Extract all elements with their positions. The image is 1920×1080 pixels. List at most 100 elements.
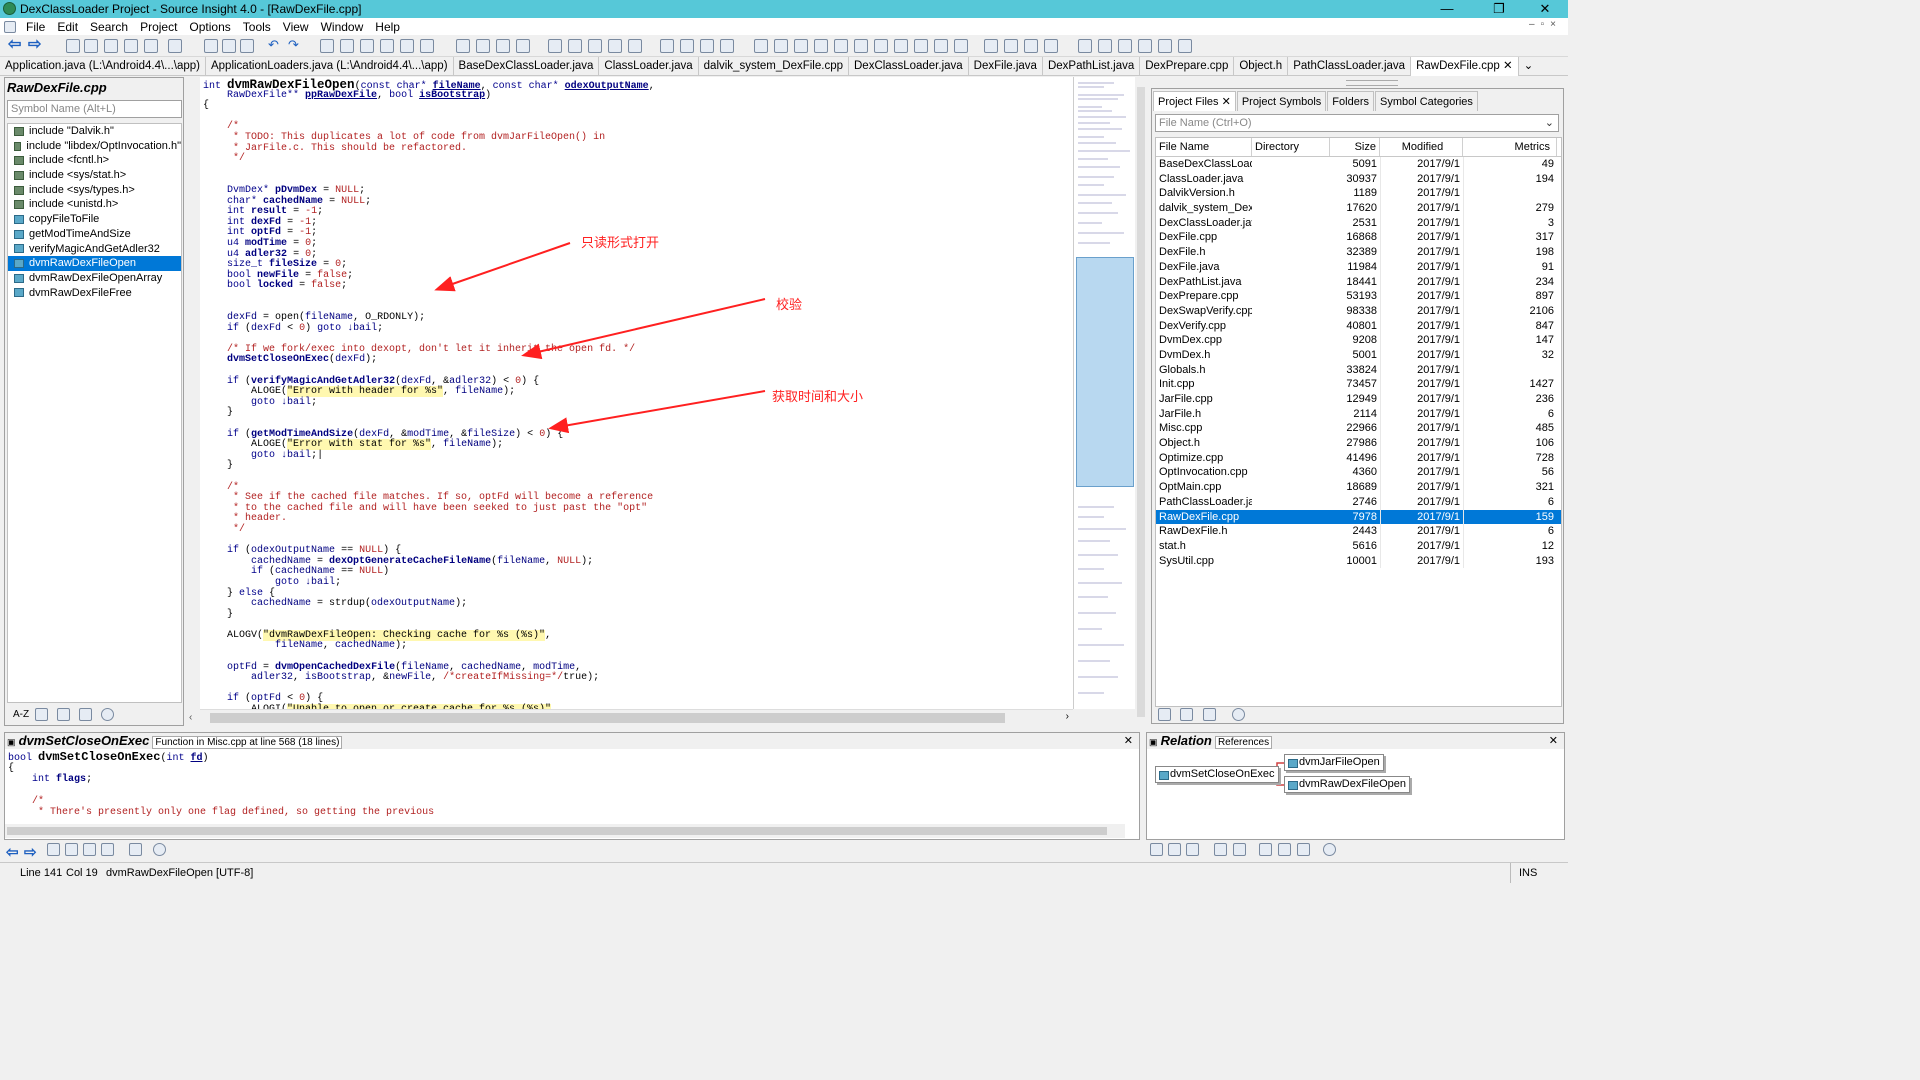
sync-icon[interactable] — [814, 39, 828, 53]
gear-icon[interactable] — [101, 708, 115, 721]
app-menu-icon[interactable] — [4, 20, 16, 33]
table-row[interactable]: DexVerify.cpp 40801 2017/9/1 847 — [1156, 318, 1561, 334]
maximize-button[interactable]: ❐ — [1476, 0, 1522, 18]
sort-az-icon[interactable]: A-Z — [13, 709, 29, 720]
table-row[interactable]: Optimize.cpp 41496 2017/9/1 728 — [1156, 450, 1561, 466]
minimap-viewport[interactable] — [1076, 257, 1134, 487]
symbol-item[interactable]: include <sys/types.h> — [8, 183, 181, 198]
call-graph-icon[interactable] — [794, 39, 808, 53]
list-view-icon[interactable] — [35, 708, 49, 721]
symbol-window-icon[interactable] — [548, 39, 562, 53]
lock-icon[interactable] — [1214, 843, 1227, 856]
close-pane-icon[interactable]: ✕ — [1124, 733, 1133, 749]
table-row[interactable]: DexSwapVerify.cpp 98338 2017/9/1 2106 — [1156, 303, 1561, 319]
scroll-thumb[interactable] — [1137, 87, 1145, 717]
tabs-dropdown-icon[interactable]: ⌄ — [1519, 57, 1539, 76]
sync-icon[interactable] — [1180, 708, 1194, 722]
layout-4-icon[interactable] — [720, 39, 734, 53]
relation-icon[interactable] — [934, 39, 948, 53]
table-row[interactable]: DexFile.cpp 16868 2017/9/1 317 — [1156, 230, 1561, 246]
code-editor[interactable]: int dvmRawDexFileOpen(const char* fileNa… — [200, 77, 1073, 709]
search-files-icon[interactable] — [380, 39, 394, 53]
table-row[interactable]: OptMain.cpp 18689 2017/9/1 321 — [1156, 480, 1561, 495]
symbol-item[interactable]: include "libdex/OptInvocation.h" — [8, 139, 181, 154]
table-row[interactable]: Misc.cpp 22966 2017/9/1 485 — [1156, 421, 1561, 437]
back-icon[interactable]: ⇦ — [8, 37, 22, 53]
col-metrics[interactable]: Metrics — [1463, 138, 1557, 156]
bookmark-next-icon[interactable] — [476, 39, 490, 53]
forward-icon[interactable]: ⇨ — [28, 37, 42, 53]
table-row[interactable]: ClassLoader.java 30937 2017/9/1 194 — [1156, 171, 1561, 187]
copy-icon[interactable] — [222, 39, 236, 53]
context-icon[interactable] — [608, 39, 622, 53]
tab-folders[interactable]: Folders — [1327, 91, 1374, 111]
grid-icon[interactable] — [954, 39, 968, 53]
tab-dexfile-java[interactable]: DexFile.java — [969, 57, 1043, 76]
cut-icon[interactable] — [204, 39, 218, 53]
find-prev-icon[interactable] — [340, 39, 354, 53]
references-icon[interactable] — [1186, 843, 1199, 856]
context-scrollbar[interactable] — [5, 824, 1125, 838]
comment-icon[interactable] — [1024, 39, 1038, 53]
table-row[interactable]: SysUtil.cpp 10001 2017/9/1 193 — [1156, 553, 1561, 569]
format-d-icon[interactable] — [1138, 39, 1152, 53]
symbol-item[interactable]: copyFileToFile — [8, 212, 181, 227]
symbol-item[interactable]: dvmRawDexFileFree — [8, 286, 181, 301]
menu-tools[interactable]: Tools — [237, 20, 277, 34]
layout-2-icon[interactable] — [680, 39, 694, 53]
replace-icon[interactable] — [400, 39, 414, 53]
book-icon[interactable] — [65, 843, 78, 856]
col-file-name[interactable]: File Name — [1156, 138, 1252, 156]
close-tab-icon[interactable]: ✕ — [1503, 60, 1513, 72]
delete-icon[interactable] — [1044, 39, 1058, 53]
gear-icon[interactable] — [1232, 708, 1246, 722]
tab-classloader-java[interactable]: ClassLoader.java — [599, 57, 699, 76]
table-row[interactable]: stat.h 5616 2017/9/1 12 — [1156, 538, 1561, 554]
lookup-icon[interactable] — [774, 39, 788, 53]
table-row[interactable]: DexFile.java 11984 2017/9/1 91 — [1156, 259, 1561, 275]
tab-dexprepare-cpp[interactable]: DexPrepare.cpp — [1140, 57, 1235, 76]
bird-icon[interactable] — [894, 39, 908, 53]
tab-object-h[interactable]: Object.h — [1234, 57, 1289, 76]
col-modified[interactable]: Modified — [1380, 138, 1463, 156]
menu-search[interactable]: Search — [84, 20, 134, 34]
menu-help[interactable]: Help — [369, 20, 406, 34]
table-row[interactable]: DvmDex.cpp 9208 2017/9/1 147 — [1156, 333, 1561, 348]
outdent-icon[interactable] — [1004, 39, 1018, 53]
symbol-info-icon[interactable] — [834, 39, 848, 53]
relation-root-node[interactable]: dvmSetCloseOnExec — [1155, 766, 1279, 783]
jump-icon[interactable] — [47, 843, 60, 856]
book-icon[interactable] — [79, 708, 93, 721]
jump-icon[interactable] — [1150, 843, 1163, 856]
tab-applicationloaders-java[interactable]: ApplicationLoaders.java (L:\Android4.4\.… — [206, 57, 454, 76]
call-graph-icon[interactable] — [101, 843, 114, 856]
references-icon[interactable] — [628, 39, 642, 53]
table-row[interactable]: dalvik_system_DexFil 176202017/9/1279 — [1156, 201, 1561, 216]
tab-symbol-categories[interactable]: Symbol Categories — [1374, 91, 1478, 111]
chevron-down-icon[interactable]: ⌄ — [1545, 115, 1554, 131]
tab-project-symbols[interactable]: Project Symbols — [1236, 91, 1327, 111]
project-window-icon[interactable] — [568, 39, 582, 53]
table-row[interactable]: JarFile.cpp 12949 2017/9/1 236 — [1156, 392, 1561, 407]
tab-rawdexfile-cpp[interactable]: RawDexFile.cpp ✕ — [1411, 57, 1519, 76]
gear-icon[interactable] — [153, 843, 166, 856]
print-icon[interactable] — [168, 39, 182, 53]
tab-dexclassloader-java[interactable]: DexClassLoader.java — [849, 57, 969, 76]
col-size[interactable]: Size — [1330, 138, 1380, 156]
menu-options[interactable]: Options — [183, 20, 236, 34]
pane-grip[interactable] — [1346, 80, 1398, 86]
graph-horizontal-icon[interactable] — [1278, 843, 1291, 856]
table-row[interactable]: DvmDex.h 5001 2017/9/1 32 — [1156, 347, 1561, 363]
table-row[interactable]: RawDexFile.cpp 7978 2017/9/1 159 — [1156, 509, 1561, 525]
menu-view[interactable]: View — [277, 20, 315, 34]
table-row[interactable]: DexFile.h 32389 2017/9/1 198 — [1156, 245, 1561, 260]
save-icon[interactable] — [104, 39, 118, 53]
table-row[interactable]: DexPathList.java 18441 2017/9/1 234 — [1156, 274, 1561, 290]
symbol-item[interactable]: include <sys/stat.h> — [8, 168, 181, 183]
new-file-icon[interactable] — [66, 39, 80, 53]
tab-basedexclassloader-java[interactable]: BaseDexClassLoader.java — [454, 57, 600, 76]
tab-dexpathlist-java[interactable]: DexPathList.java — [1043, 57, 1141, 76]
table-row[interactable]: DexPrepare.cpp 53193 2017/9/1 897 — [1156, 289, 1561, 304]
format-a-icon[interactable] — [1078, 39, 1092, 53]
symbol-item-selected[interactable]: dvmRawDexFileOpen — [8, 256, 181, 271]
